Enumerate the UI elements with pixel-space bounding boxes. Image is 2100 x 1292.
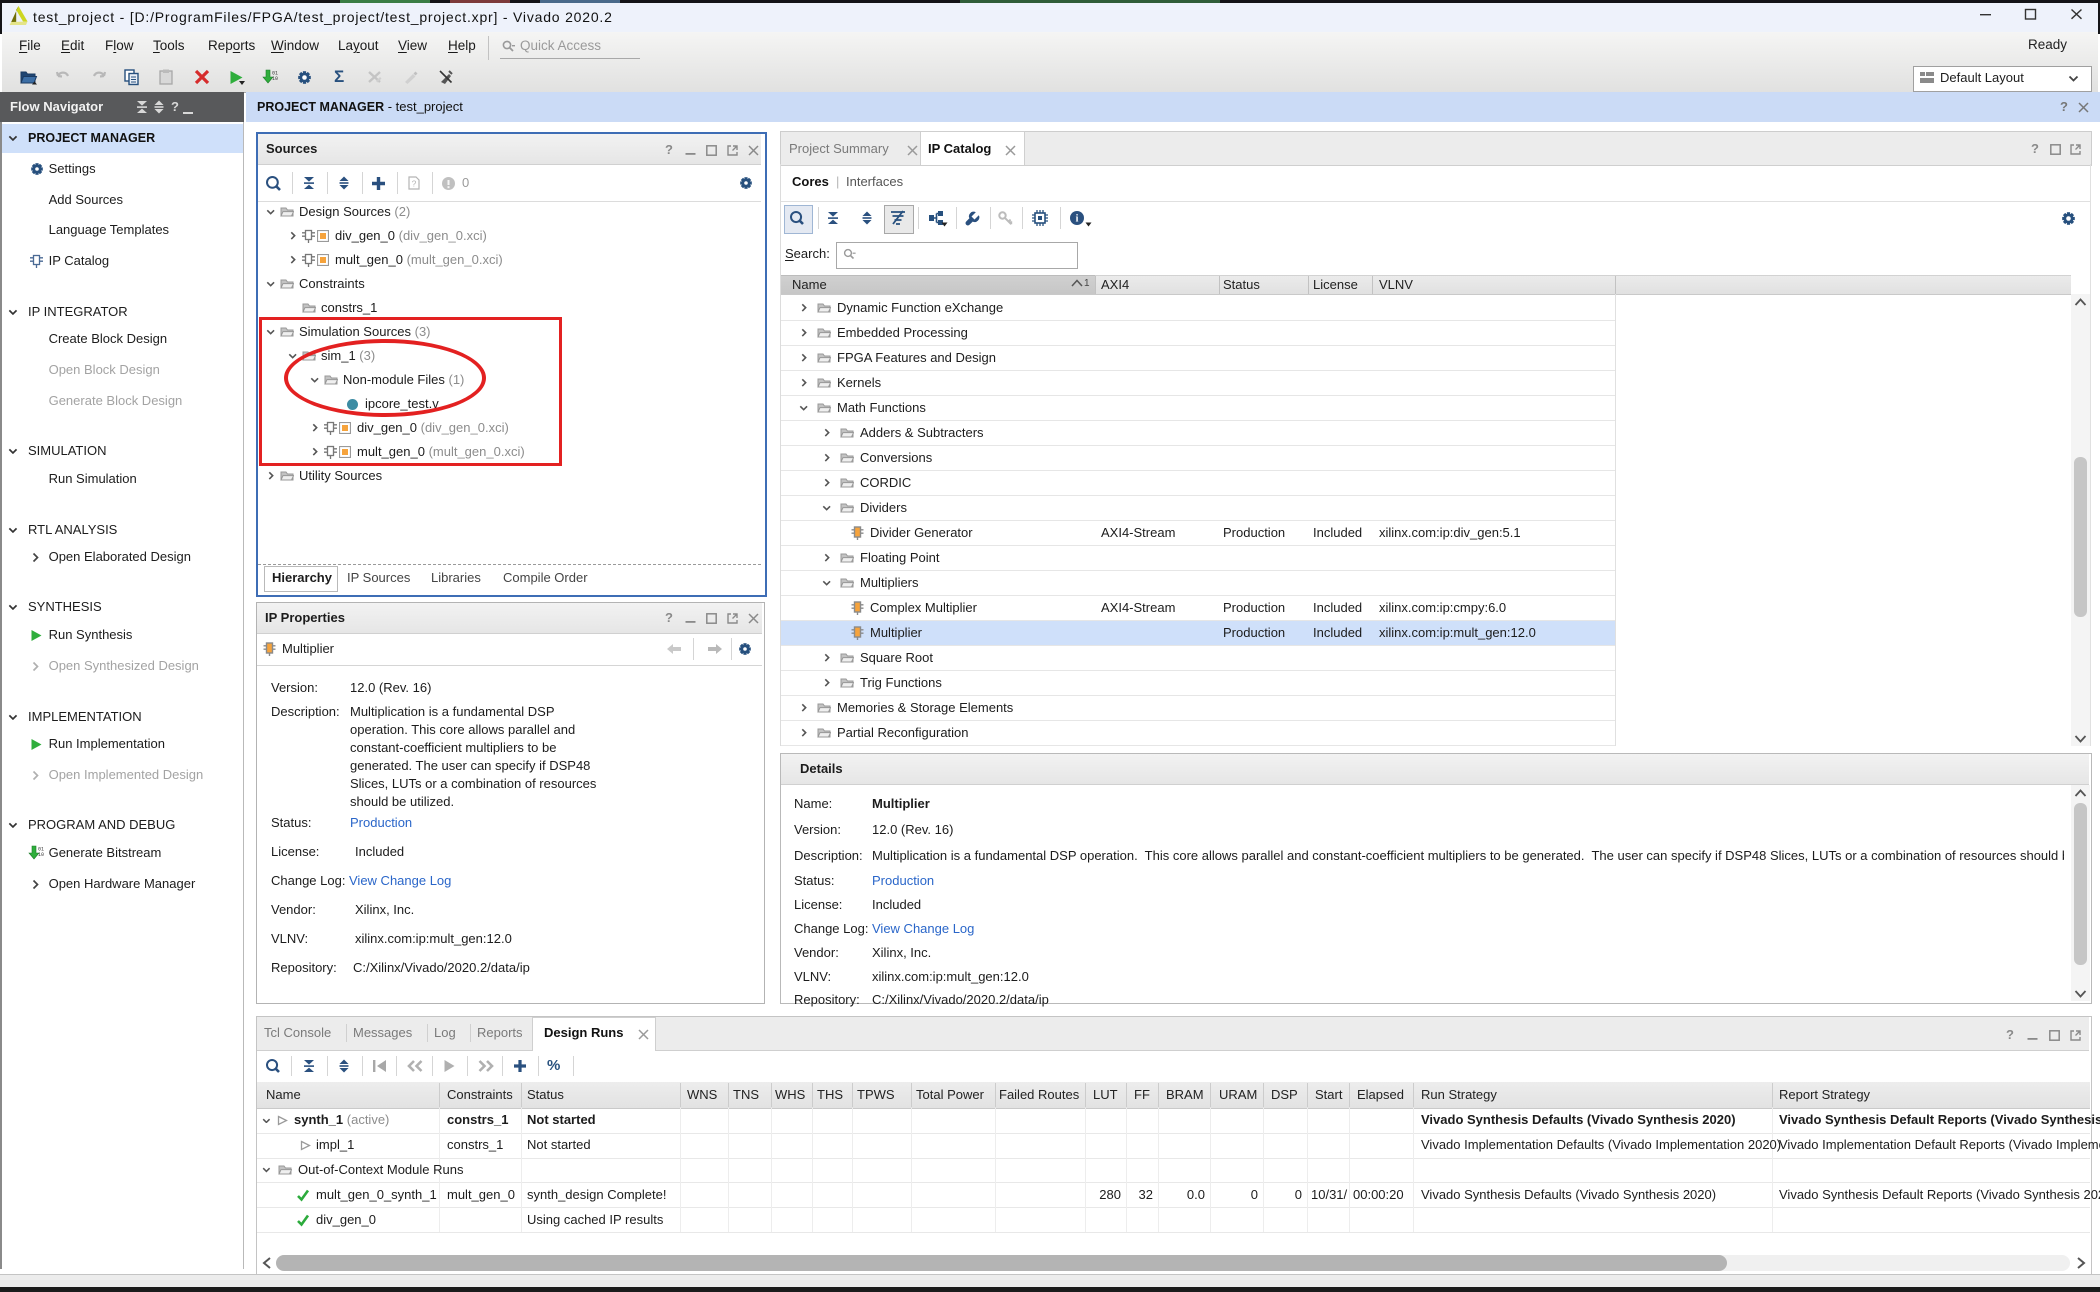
svg-text:i: i — [1076, 214, 1079, 225]
svg-text:10: 10 — [272, 76, 278, 82]
svg-text:?: ? — [412, 179, 417, 189]
svg-text:10: 10 — [38, 852, 44, 858]
